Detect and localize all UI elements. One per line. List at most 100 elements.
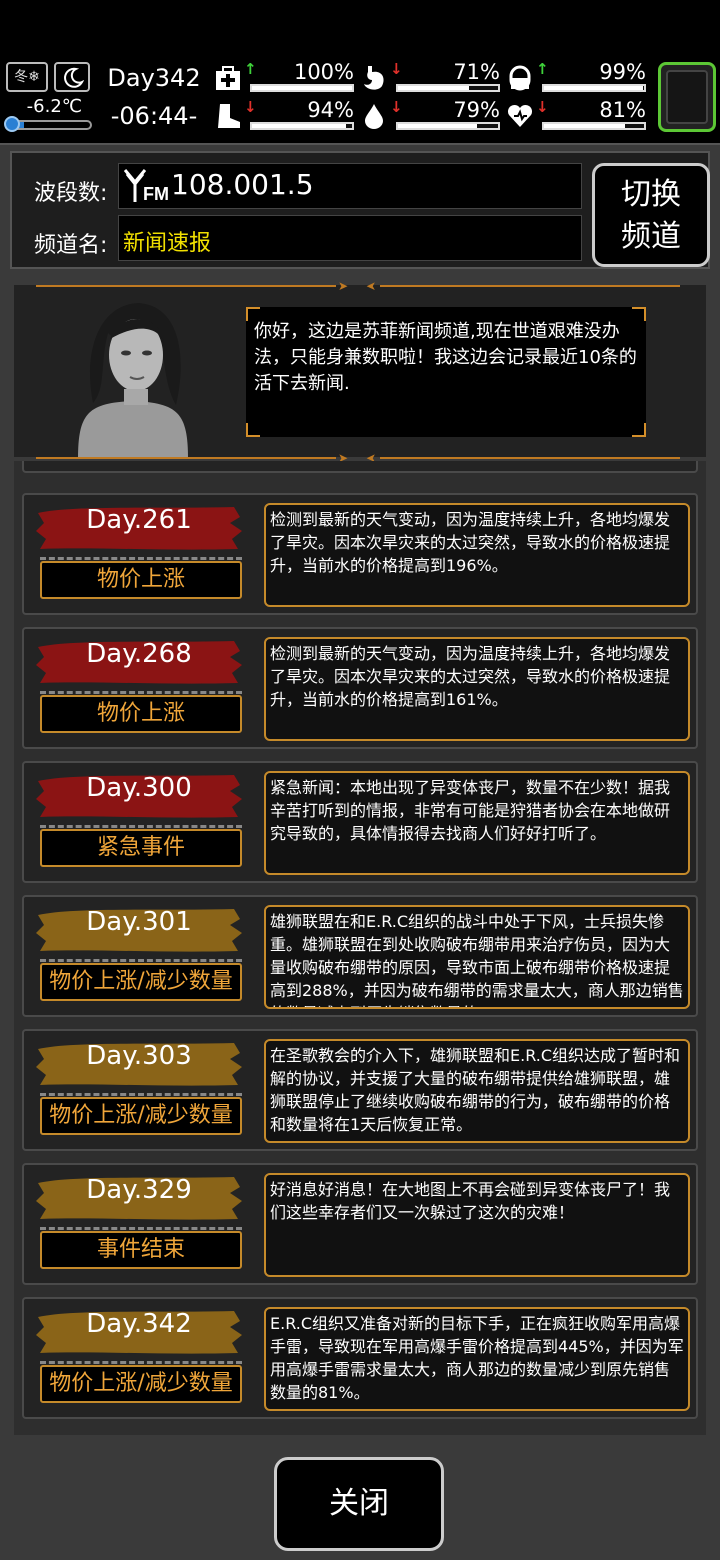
divider xyxy=(40,691,242,694)
news-list[interactable]: Day.261 物价上涨 检测到最新的天气变动，因为温度持续上升，各地均爆发了旱灾。… xyxy=(14,461,706,1435)
news-category-tag: 物价上涨 xyxy=(40,695,242,733)
trend-down-icon: ↓ xyxy=(244,98,257,116)
pill-icon xyxy=(506,64,534,92)
trend-down-icon: ↓ xyxy=(390,60,403,78)
antenna-icon: FM xyxy=(123,168,169,208)
temperature-value: -6.2℃ xyxy=(26,96,82,117)
stat-bar xyxy=(396,84,500,92)
status-bar: 冬❄ -6.2℃ Day342 -06:44- ↑ 100% ↓ 71% ↑ 99% ↓ 94… xyxy=(0,58,720,140)
news-category-tag: 事件结束 xyxy=(40,1231,242,1269)
divider xyxy=(40,959,242,962)
news-category-tag: 物价上涨/减少数量 xyxy=(40,963,242,1001)
stat-stomach: ↓ 71% xyxy=(360,60,500,94)
news-item: Day.300 紧急事件 紧急新闻：本地出现了异变体丧尸，数量不在少数！据我辛苦打听… xyxy=(22,761,698,883)
news-day: Day.300 xyxy=(86,773,192,803)
divider xyxy=(40,1093,242,1096)
decor-line xyxy=(36,285,336,287)
stat-value: 71% xyxy=(453,60,500,84)
news-day: Day.303 xyxy=(86,1041,192,1071)
switch-channel-label-2: 频道 xyxy=(621,219,681,254)
trend-up-icon: ↑ xyxy=(244,60,257,78)
stat-heart: ↓ 81% xyxy=(506,98,646,132)
news-text: 好消息好消息！在大地图上不再会碰到异变体丧尸了！我们这些幸存者们又一次躲过了这次… xyxy=(264,1173,690,1277)
anchor-portrait xyxy=(48,293,218,459)
svg-text:FM: FM xyxy=(143,184,169,204)
stat-bar xyxy=(250,122,354,130)
trend-up-icon: ↑ xyxy=(536,60,549,78)
news-text: 紧急新闻：本地出现了异变体丧尸，数量不在少数！据我辛苦打听到的情报，非常有可能是… xyxy=(264,771,690,875)
thermometer-icon xyxy=(4,116,20,132)
day-counter: Day342 xyxy=(107,64,201,92)
divider xyxy=(40,1361,242,1364)
night-moon-icon xyxy=(54,62,90,92)
news-text: 雄狮联盟在和E.R.C组织的战斗中处于下风，士兵损失惨重。雄狮联盟在到处收购破布… xyxy=(264,905,690,1009)
news-text: E.R.C组织又准备对新的目标下手，正在疯狂收购军用高爆手雷，导致现在军用高爆手… xyxy=(264,1307,690,1411)
decor-arrow-icon: ➤ xyxy=(366,279,377,293)
stat-pill: ↑ 99% xyxy=(506,60,646,94)
news-item: Day.301 物价上涨/减少数量 雄狮联盟在和E.R.C组织的战斗中处于下风，士兵… xyxy=(22,895,698,1017)
news-text: 检测到最新的天气变动，因为温度持续上升，各地均爆发了旱灾。因本次旱灾来的太过突然… xyxy=(264,637,690,741)
divider xyxy=(40,1227,242,1230)
stat-value: 94% xyxy=(307,98,354,122)
news-item: Day.268 物价上涨 检测到最新的天气变动，因为温度持续上升，各地均爆发了旱灾。… xyxy=(22,627,698,749)
news-item: Day.303 物价上涨/减少数量 在圣歌教会的介入下，雄狮联盟和E.R.C组织达成… xyxy=(22,1029,698,1151)
anchor-speech-bubble: 你好，这边是苏菲新闻频道,现在世道艰难没办法，只能身兼数职啦！我这边会记录最近1… xyxy=(246,307,646,437)
decor-arrow-icon: ➤ xyxy=(338,279,349,293)
stat-boot: ↓ 94% xyxy=(214,98,354,132)
channel-name: 新闻速报 xyxy=(123,231,212,256)
news-category-tag: 物价上涨 xyxy=(40,561,242,599)
stat-bar xyxy=(250,84,354,92)
news-day: Day.261 xyxy=(86,505,192,535)
news-item: Day.261 物价上涨 检测到最新的天气变动，因为温度持续上升，各地均爆发了旱灾。… xyxy=(22,493,698,615)
equipped-item-slot[interactable] xyxy=(658,62,716,132)
news-category-tag: 物价上涨/减少数量 xyxy=(40,1097,242,1135)
news-day: Day.342 xyxy=(86,1309,192,1339)
radio-panel: 波段数: FM 108.001.5 频道名: 新闻速报 切换 频道 ➤ ➤ 你好… xyxy=(0,143,720,1560)
stat-value: 99% xyxy=(599,60,646,84)
news-day: Day.301 xyxy=(86,907,192,937)
medkit-icon xyxy=(214,64,242,92)
band-label: 波段数: xyxy=(34,181,108,206)
news-item: Day.342 物价上涨/减少数量 E.R.C组织又准备对新的目标下手，正在疯狂收购… xyxy=(22,1297,698,1419)
switch-channel-button[interactable]: 切换 频道 xyxy=(592,163,710,267)
anchor-greeting: 你好，这边是苏菲新闻频道,现在世道艰难没办法，只能身兼数职啦！我这边会记录最近1… xyxy=(254,321,637,394)
frequency-value: 108.001.5 xyxy=(171,168,314,201)
news-text: 检测到最新的天气变动，因为温度持续上升，各地均爆发了旱灾。因本次旱灾来的太过突然… xyxy=(264,503,690,607)
divider xyxy=(40,557,242,560)
snow-icon: ❄ xyxy=(28,69,40,85)
heart-icon xyxy=(506,102,534,130)
channel-field: 新闻速报 xyxy=(118,215,582,261)
decor-line xyxy=(36,457,336,459)
news-anchor-box: ➤ ➤ 你好，这边是苏菲新闻频道,现在世道艰难没办法，只能身兼数职啦！我这边会记… xyxy=(14,279,706,465)
stat-water-drop: ↓ 79% xyxy=(360,98,500,132)
decor-line xyxy=(380,457,680,459)
stat-value: 100% xyxy=(293,60,354,84)
season-indicator: 冬❄ xyxy=(6,62,48,92)
stat-medkit: ↑ 100% xyxy=(214,60,354,94)
stat-bar xyxy=(542,122,646,130)
decor-line xyxy=(380,285,680,287)
radio-header: 波段数: FM 108.001.5 频道名: 新闻速报 切换 频道 xyxy=(10,151,710,269)
news-item: Day.329 事件结束 好消息好消息！在大地图上不再会碰到异变体丧尸了！我们这些幸… xyxy=(22,1163,698,1285)
trend-down-icon: ↓ xyxy=(536,98,549,116)
news-text: 在圣歌教会的介入下，雄狮联盟和E.R.C组织达成了暂时和解的协议，并支援了大量的… xyxy=(264,1039,690,1143)
news-category-tag: 紧急事件 xyxy=(40,829,242,867)
frequency-field: FM 108.001.5 xyxy=(118,163,582,209)
trend-down-icon: ↓ xyxy=(390,98,403,116)
stat-bar xyxy=(396,122,500,130)
stat-value: 79% xyxy=(453,98,500,122)
news-category-tag: 物价上涨/减少数量 xyxy=(40,1365,242,1403)
boot-icon xyxy=(214,102,242,130)
news-day: Day.329 xyxy=(86,1175,192,1205)
close-button[interactable]: 关闭 xyxy=(274,1457,444,1551)
news-item-partial xyxy=(22,461,698,473)
news-day: Day.268 xyxy=(86,639,192,669)
divider xyxy=(40,825,242,828)
stat-bar xyxy=(542,84,646,92)
stomach-icon xyxy=(360,64,388,92)
stat-value: 81% xyxy=(599,98,646,122)
switch-channel-label-1: 切换 xyxy=(621,177,681,212)
water-drop-icon xyxy=(360,102,388,130)
clock-time: -06:44- xyxy=(110,102,198,130)
channel-label: 频道名: xyxy=(34,233,108,258)
